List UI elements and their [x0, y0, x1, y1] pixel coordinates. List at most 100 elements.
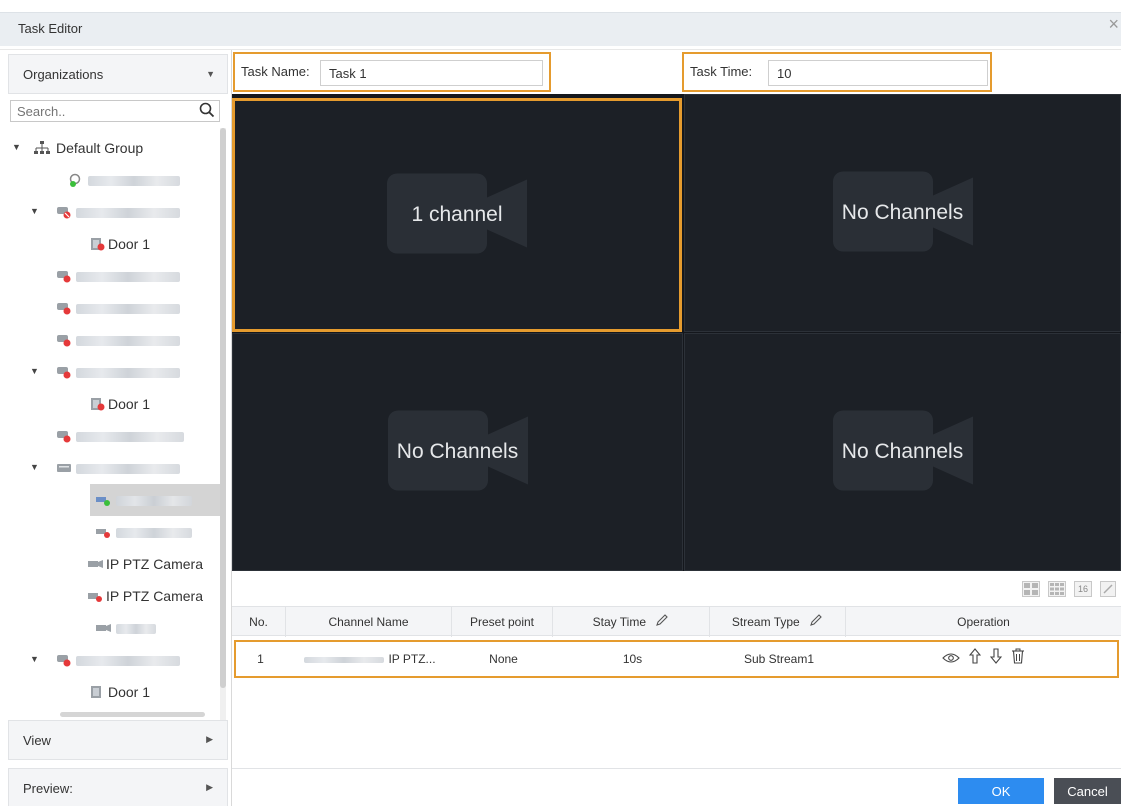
organizations-dropdown[interactable]: Organizations ▼ — [8, 54, 228, 94]
stay-time-header-label: Stay Time — [592, 615, 646, 629]
caret-down-icon[interactable]: ▼ — [12, 142, 21, 152]
pencil-icon[interactable] — [655, 608, 669, 638]
video-cell-3[interactable]: No Channels — [232, 333, 683, 571]
title-bar: Task Editor × — [0, 0, 1121, 50]
layout-4-icon[interactable] — [1022, 581, 1040, 597]
task-time-input[interactable] — [768, 60, 988, 86]
pencil-icon[interactable] — [809, 608, 823, 638]
cell-stream-type: Sub Stream1 — [743, 652, 815, 666]
tree-node-door[interactable]: Door 1 — [10, 676, 220, 708]
eye-icon[interactable] — [941, 643, 960, 676]
cell-stay-time: 10s — [622, 652, 643, 666]
redacted-label — [76, 464, 180, 474]
offline-device-icon — [56, 301, 72, 315]
arrow-up-icon[interactable] — [968, 643, 981, 676]
search-box — [10, 100, 220, 122]
tree-node-nvr[interactable]: ▼ — [10, 452, 220, 484]
column-channel-name: Channel Name — [285, 607, 451, 637]
tree-node-door[interactable]: Door 1 — [10, 228, 220, 260]
tree-node-device[interactable]: ▼ — [10, 644, 220, 676]
task-name-input[interactable] — [320, 60, 543, 86]
redacted-label — [76, 304, 180, 314]
organizations-label: Organizations — [23, 67, 104, 82]
cell-operation — [847, 642, 1119, 676]
tree-node-device[interactable] — [10, 292, 220, 324]
view-section[interactable]: View ▶ — [8, 720, 228, 760]
layout-9-icon[interactable] — [1048, 581, 1066, 597]
arrow-down-icon[interactable] — [989, 643, 1002, 676]
redacted-label — [76, 272, 180, 282]
tree-node-label: Door 1 — [108, 684, 151, 700]
tree-node-device[interactable] — [10, 324, 220, 356]
close-icon[interactable]: × — [1108, 14, 1119, 35]
offline-device-icon — [56, 653, 72, 667]
task-name-group: Task Name: — [233, 52, 551, 92]
tree-node-label: Door 1 — [108, 236, 151, 252]
door-icon — [90, 685, 106, 699]
tree-scrollbar[interactable] — [220, 128, 226, 758]
scrollbar-thumb[interactable] — [220, 128, 226, 688]
tree-node-device[interactable] — [10, 164, 220, 196]
tree-node-ptz-camera[interactable]: IP PTZ Camera — [10, 580, 220, 612]
tree-node-door[interactable]: Door 1 — [10, 388, 220, 420]
tree-horizontal-scrollbar[interactable] — [60, 712, 205, 717]
view-label: View — [23, 733, 51, 748]
offline-device-icon — [56, 205, 72, 219]
tree-node-label: Door 1 — [108, 396, 151, 412]
online-pin-icon — [68, 173, 84, 187]
nvr-icon — [56, 461, 72, 475]
redacted-label — [88, 176, 180, 186]
column-preset-point: Preset point — [451, 607, 552, 637]
tree-node-ptz-camera[interactable]: IP PTZ Camera — [10, 548, 220, 580]
task-time-label: Task Time: — [690, 64, 753, 79]
table-header: No. Channel Name Preset point Stay Time … — [232, 606, 1121, 638]
offline-device-icon — [56, 365, 72, 379]
video-cell-4[interactable]: No Channels — [684, 333, 1121, 571]
redacted-label — [116, 624, 156, 634]
caret-right-icon: ▶ — [206, 782, 213, 792]
video-cell-text: 1 channel — [411, 203, 503, 226]
search-icon[interactable] — [199, 102, 215, 121]
table-row[interactable]: 1 IP PTZ... None 10s Sub Stream1 — [234, 640, 1119, 678]
door-icon — [90, 237, 106, 251]
online-camera-icon — [96, 493, 112, 507]
cancel-button[interactable]: Cancel — [1054, 778, 1121, 804]
offline-camera-icon — [96, 525, 112, 539]
video-cell-2[interactable]: No Channels — [684, 94, 1121, 332]
tree-node-channel[interactable] — [10, 612, 220, 644]
tree-node-default-group[interactable]: ▼ Default Group — [10, 132, 220, 164]
channel-name-text: IP PTZ... — [388, 652, 436, 666]
task-name-label: Task Name: — [241, 64, 310, 79]
caret-down-icon[interactable]: ▼ — [30, 654, 39, 664]
tree-node-device[interactable] — [10, 260, 220, 292]
video-cell-text: No Channels — [396, 440, 519, 463]
caret-down-icon[interactable]: ▼ — [30, 206, 39, 216]
trash-icon[interactable] — [1011, 643, 1025, 676]
caret-down-icon[interactable]: ▼ — [30, 462, 39, 472]
offline-device-icon — [56, 333, 72, 347]
preview-section[interactable]: Preview: ▶ — [8, 768, 228, 806]
redacted-label — [76, 208, 180, 218]
dialog-footer: OK Cancel — [232, 768, 1121, 806]
offline-device-icon — [56, 269, 72, 283]
caret-down-icon[interactable]: ▼ — [30, 366, 39, 376]
sidebar: Organizations ▼ ▼ Default Group ▼ — [0, 50, 232, 806]
offline-camera-icon — [88, 589, 104, 603]
tree-node-label: Default Group — [56, 140, 144, 156]
tree-node-device[interactable] — [10, 420, 220, 452]
ok-button[interactable]: OK — [958, 778, 1044, 804]
tree-node-channel[interactable] — [10, 516, 220, 548]
redacted-label — [76, 656, 180, 666]
layout-16-button[interactable]: 16 — [1074, 581, 1092, 597]
tree-node-device[interactable]: ▼ — [10, 196, 220, 228]
tree-node-channel-selected[interactable] — [90, 484, 220, 516]
device-tree: ▼ Default Group ▼ Door 1 ▼ Door 1 ▼ IP P… — [10, 128, 220, 718]
video-grid: 1 channel No Channels No Channels No Cha… — [232, 94, 1121, 571]
cell-preset-point: None — [489, 652, 518, 666]
stream-type-header-label: Stream Type — [731, 615, 800, 629]
custom-layout-icon[interactable] — [1100, 581, 1116, 597]
search-input[interactable] — [11, 101, 191, 121]
video-cell-1[interactable]: 1 channel — [232, 98, 682, 332]
window-title: Task Editor — [0, 12, 1121, 46]
tree-node-device[interactable]: ▼ — [10, 356, 220, 388]
